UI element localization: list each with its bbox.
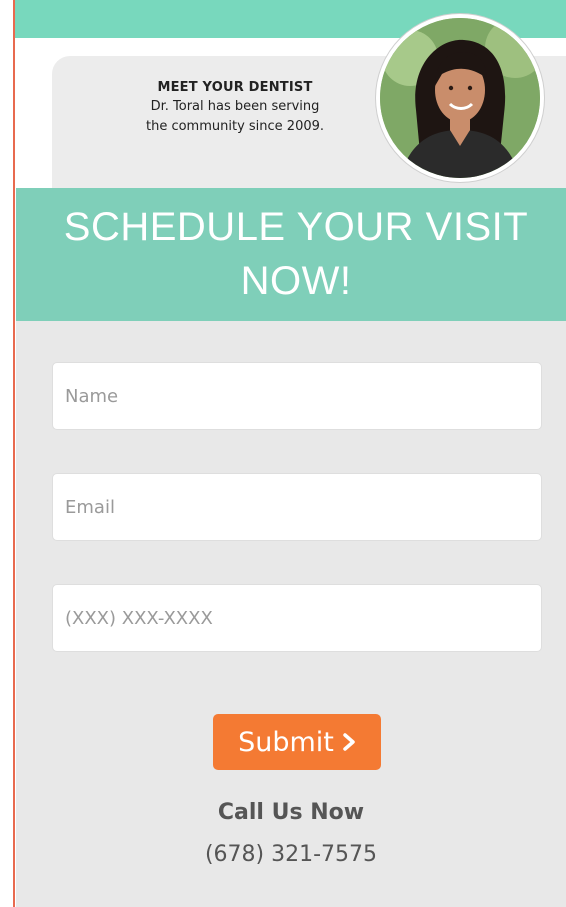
left-border — [13, 0, 15, 907]
meet-dentist-title: MEET YOUR DENTIST — [157, 80, 313, 95]
submit-button-label: Submit — [238, 726, 334, 758]
email-field-box — [52, 473, 542, 541]
meet-dentist-description: Dr. Toral has been serving the community… — [70, 97, 400, 137]
meet-dentist-line-1: Dr. Toral has been serving — [150, 99, 320, 114]
name-input[interactable] — [53, 363, 541, 429]
schedule-heading-line-1: SCHEDULE YOUR VISIT — [63, 205, 529, 249]
meet-dentist-line-2: the community since 2009. — [145, 119, 325, 134]
phone-input[interactable] — [53, 585, 541, 651]
chevron-right-icon — [342, 733, 356, 751]
submit-button[interactable]: Submit — [213, 714, 381, 770]
email-input[interactable] — [53, 474, 541, 540]
name-field-box — [52, 362, 542, 430]
phone-number-link[interactable]: (678) 321-7575 — [16, 842, 566, 867]
schedule-heading-line-2: NOW! — [240, 259, 352, 303]
call-us-label: Call Us Now — [217, 800, 365, 825]
phone-field-box — [52, 584, 542, 652]
schedule-heading: SCHEDULE YOUR VISIT NOW! — [36, 200, 556, 308]
dentist-portrait — [380, 18, 540, 178]
dentist-avatar — [376, 14, 544, 182]
meet-dentist-text: MEET YOUR DENTIST Dr. Toral has been ser… — [70, 80, 400, 137]
